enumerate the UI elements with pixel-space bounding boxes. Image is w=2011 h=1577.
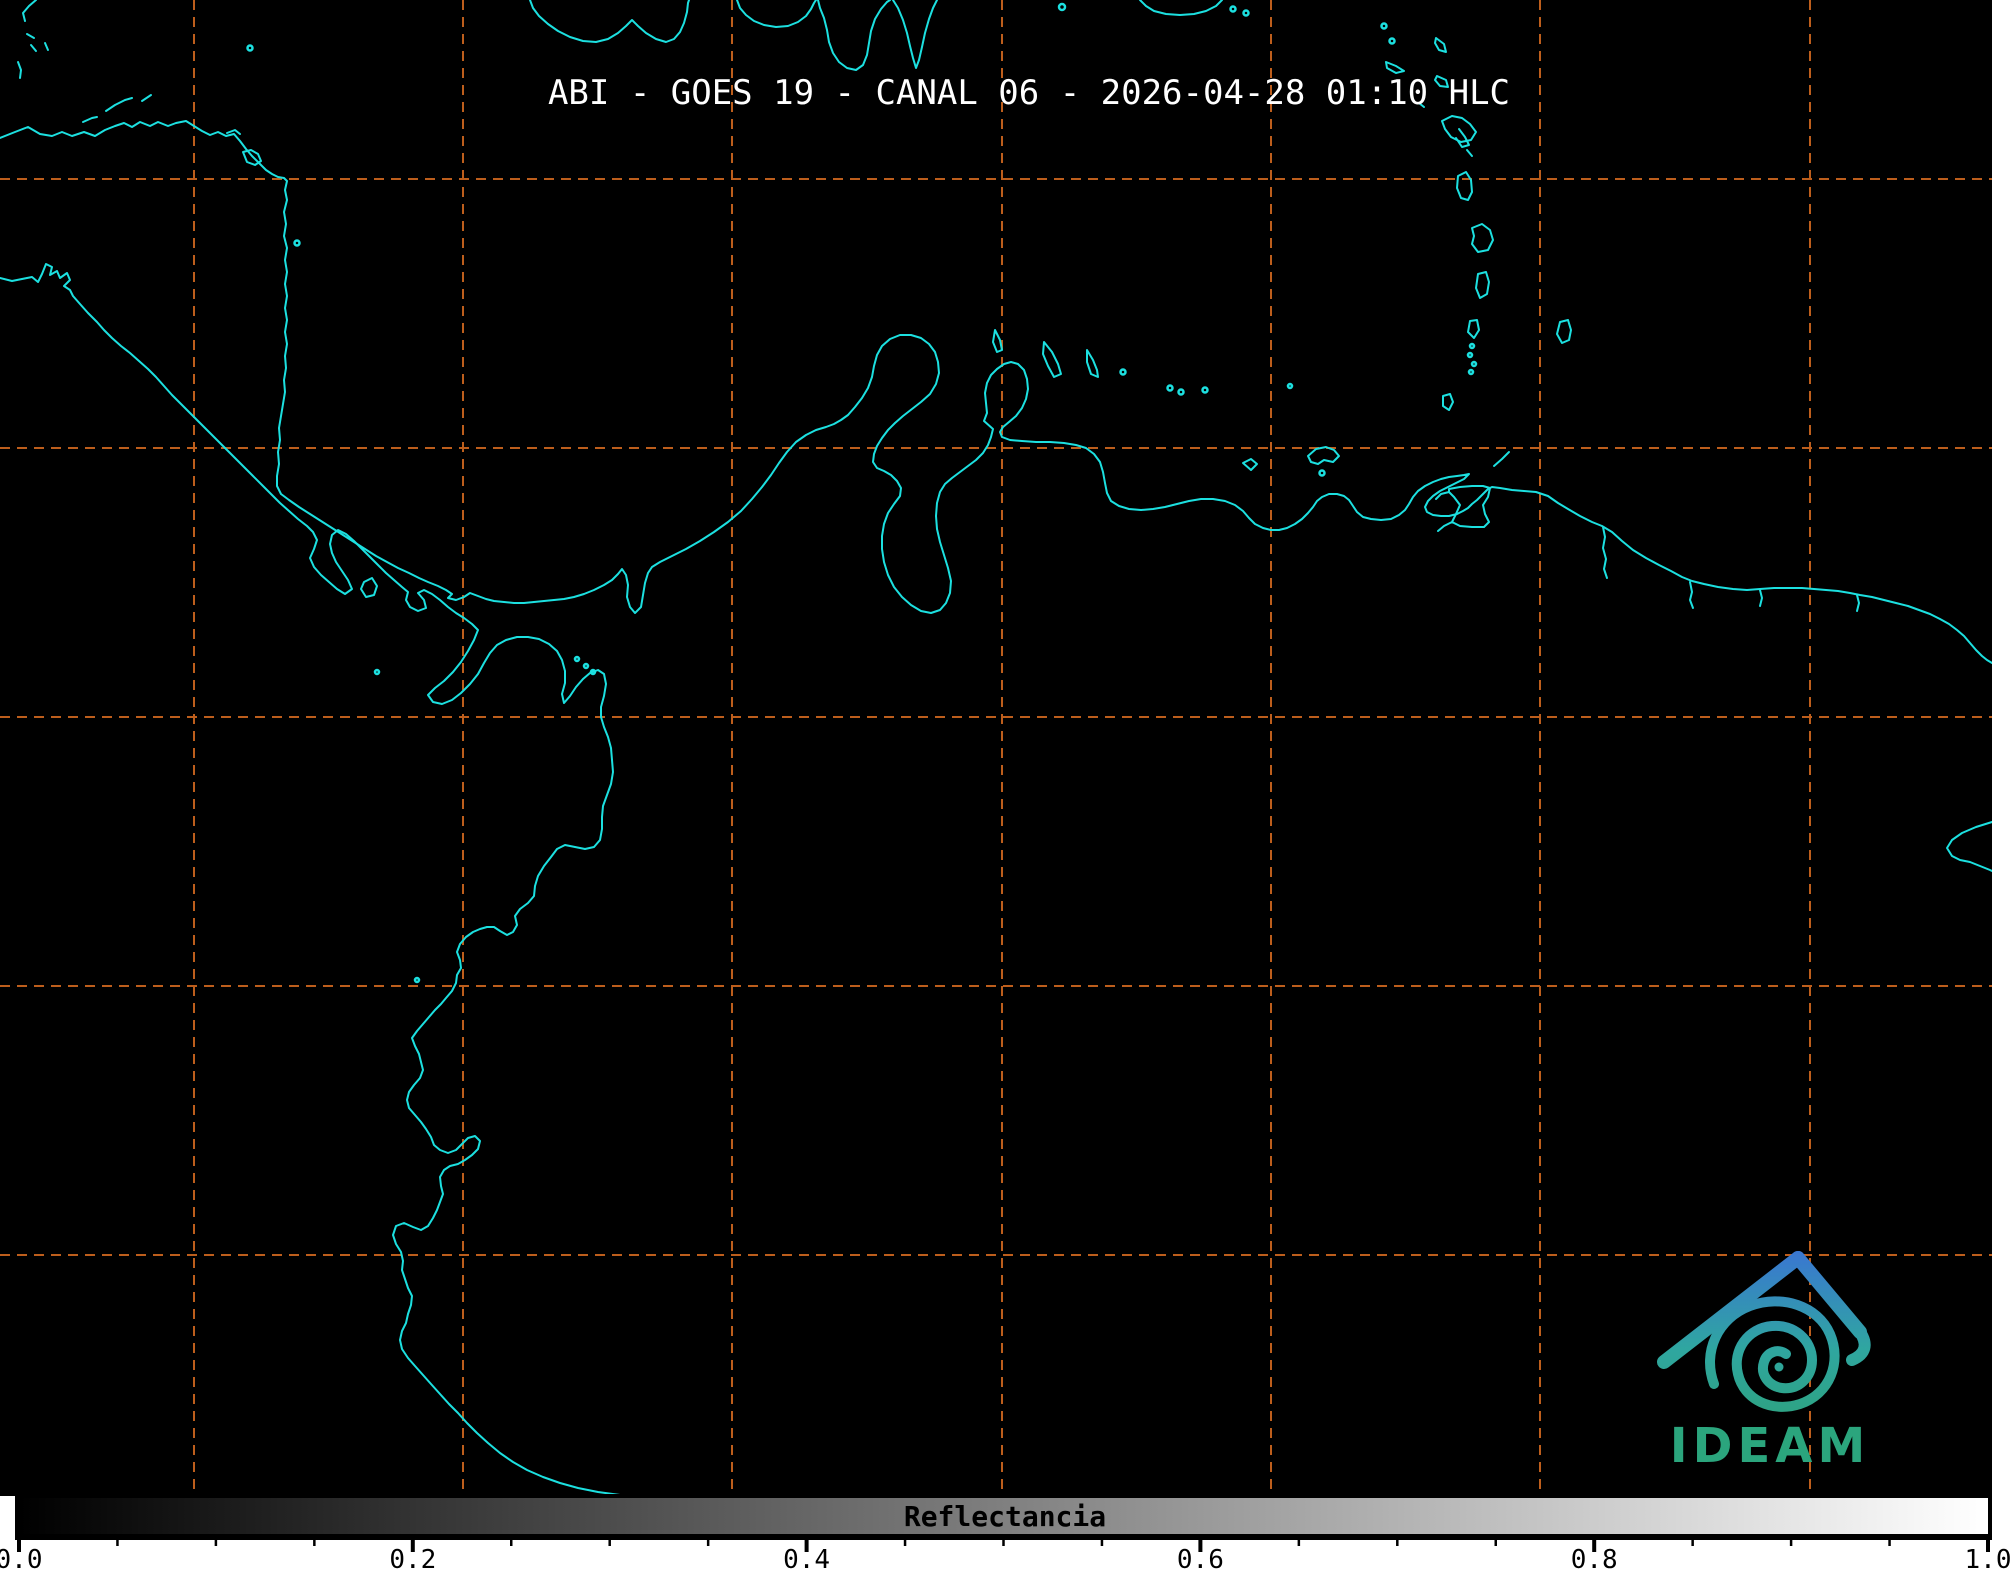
image-title: ABI - GOES 19 - CANAL 06 - 2026-04-28 01…	[548, 73, 1510, 113]
colorbar-label: Reflectancia	[904, 1500, 1106, 1533]
colorbar-tick-label: 1.0	[1965, 1545, 2011, 1575]
figure-canvas: ABI - GOES 19 - CANAL 06 - 2026-04-28 01…	[0, 0, 2011, 1577]
colorbar-tick-label: 0.4	[783, 1545, 830, 1575]
colorbar-tick-label: 0.8	[1571, 1545, 1618, 1575]
ideam-logo-text: IDEAM	[1670, 1418, 1870, 1474]
map-background	[0, 0, 1992, 1496]
colorbar-tick-label: 0.6	[1177, 1545, 1224, 1575]
colorbar-tick-label: 0.0	[0, 1545, 42, 1575]
satellite-image-figure: ABI - GOES 19 - CANAL 06 - 2026-04-28 01…	[0, 0, 2011, 1577]
colorbar-tick-label: 0.2	[389, 1545, 436, 1575]
right-margin	[1992, 0, 2011, 1577]
